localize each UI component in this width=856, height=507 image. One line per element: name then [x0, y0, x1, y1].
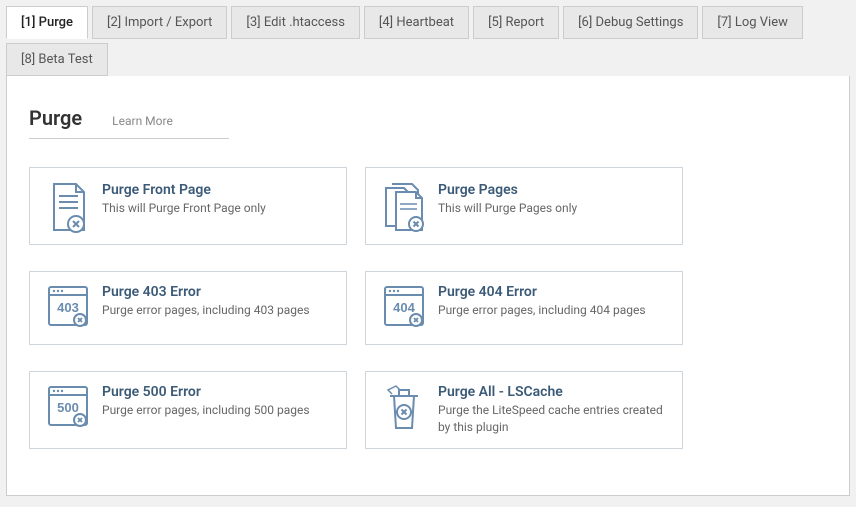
card-purge-all-lscache[interactable]: Purge All - LSCache Purge the LiteSpeed …: [365, 371, 683, 449]
card-purge-403[interactable]: 403 Purge 403 Error Purge error pages, i…: [29, 271, 347, 345]
tab-beta-test[interactable]: [8] Beta Test: [6, 43, 108, 76]
card-desc: Purge error pages, including 403 pages: [102, 302, 310, 319]
tab-debug-settings[interactable]: [6] Debug Settings: [563, 6, 698, 39]
learn-more-link[interactable]: Learn More: [112, 114, 173, 128]
card-purge-front-page[interactable]: Purge Front Page This will Purge Front P…: [29, 167, 347, 245]
cards-grid: Purge Front Page This will Purge Front P…: [29, 167, 827, 449]
card-title: Purge All - LSCache: [438, 384, 666, 400]
card-desc: This will Purge Pages only: [438, 200, 577, 217]
card-title: Purge 403 Error: [102, 284, 310, 300]
card-desc: Purge error pages, including 404 pages: [438, 302, 646, 319]
error-500-icon: 500: [46, 384, 88, 432]
card-title: Purge 404 Error: [438, 284, 646, 300]
page-header: Purge Learn More: [29, 106, 229, 139]
document-x-icon: [46, 182, 88, 230]
tab-purge[interactable]: [1] Purge: [6, 6, 88, 39]
svg-text:404: 404: [393, 300, 415, 315]
card-desc: This will Purge Front Page only: [102, 200, 266, 217]
tab-report[interactable]: [5] Report: [473, 6, 559, 39]
page-title: Purge: [29, 106, 82, 130]
svg-text:403: 403: [57, 300, 79, 315]
error-403-icon: 403: [46, 284, 88, 332]
trash-x-icon: [382, 384, 424, 432]
content-panel: Purge Learn More Purge Front Page This w: [6, 76, 850, 496]
card-desc: Purge the LiteSpeed cache entries create…: [438, 402, 666, 436]
card-title: Purge 500 Error: [102, 384, 310, 400]
card-desc: Purge error pages, including 500 pages: [102, 402, 310, 419]
card-title: Purge Front Page: [102, 182, 266, 198]
tab-import-export[interactable]: [2] Import / Export: [92, 6, 227, 39]
card-purge-500[interactable]: 500 Purge 500 Error Purge error pages, i…: [29, 371, 347, 449]
svg-text:500: 500: [57, 400, 79, 415]
card-title: Purge Pages: [438, 182, 577, 198]
tab-heartbeat[interactable]: [4] Heartbeat: [364, 6, 469, 39]
tab-edit-htaccess[interactable]: [3] Edit .htaccess: [231, 6, 360, 39]
documents-x-icon: [382, 182, 424, 230]
tab-log-view[interactable]: [7] Log View: [702, 6, 802, 39]
error-404-icon: 404: [382, 284, 424, 332]
card-purge-404[interactable]: 404 Purge 404 Error Purge error pages, i…: [365, 271, 683, 345]
tabs-nav: [1] Purge [2] Import / Export [3] Edit .…: [0, 0, 856, 76]
card-purge-pages[interactable]: Purge Pages This will Purge Pages only: [365, 167, 683, 245]
